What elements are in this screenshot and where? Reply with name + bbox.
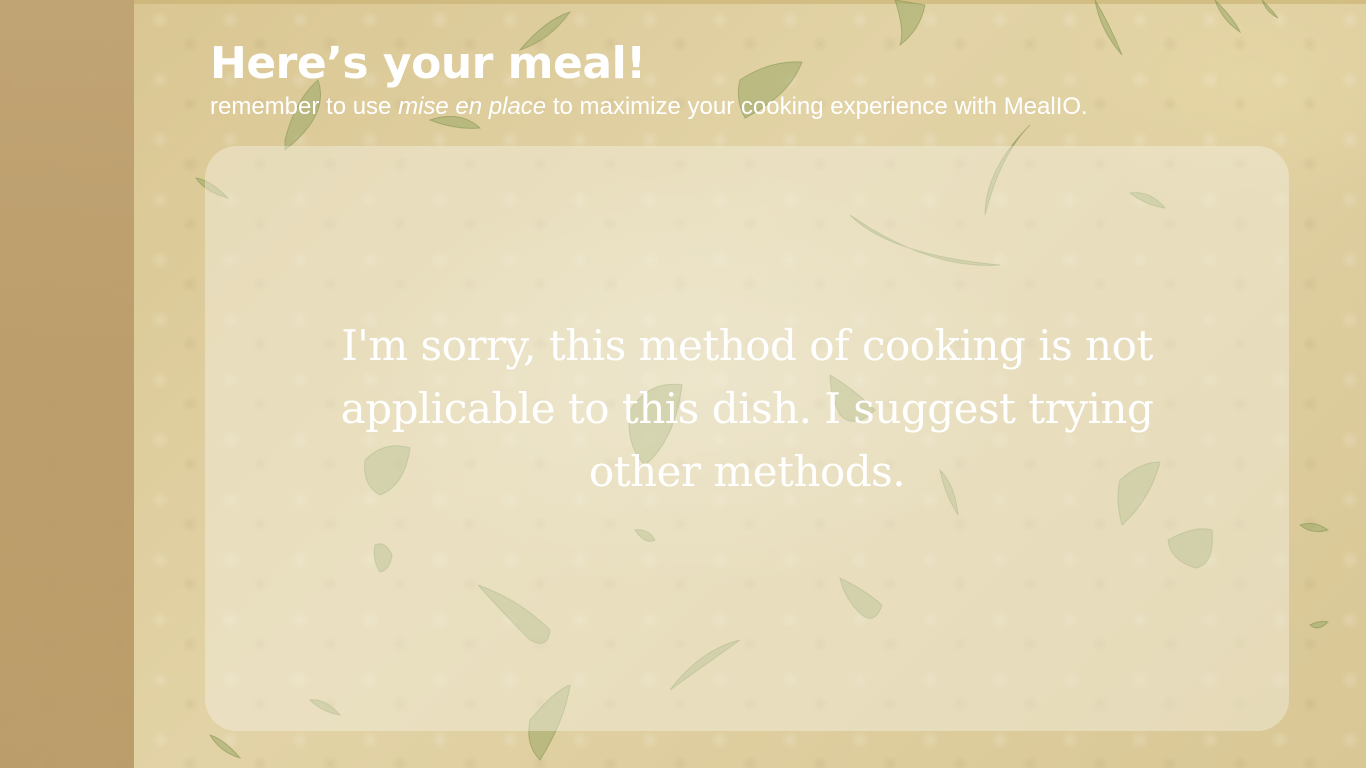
result-message: I'm sorry, this method of cooking is not…: [340, 321, 1154, 496]
subtitle-emphasis: mise en place: [398, 93, 547, 120]
subtitle-text-end: to maximize your cooking experience with…: [546, 93, 1088, 120]
left-side-panel: [0, 0, 134, 768]
subtitle-text-start: remember to use: [210, 93, 399, 120]
page-header: Here’s your meal! remember to use mise e…: [210, 36, 1310, 122]
meal-result-card: I'm sorry, this method of cooking is not…: [205, 146, 1289, 731]
top-border-strip: [134, 0, 1366, 4]
page-title: Here’s your meal!: [210, 38, 646, 89]
page-subtitle: remember to use mise en place to maximiz…: [210, 92, 1310, 122]
